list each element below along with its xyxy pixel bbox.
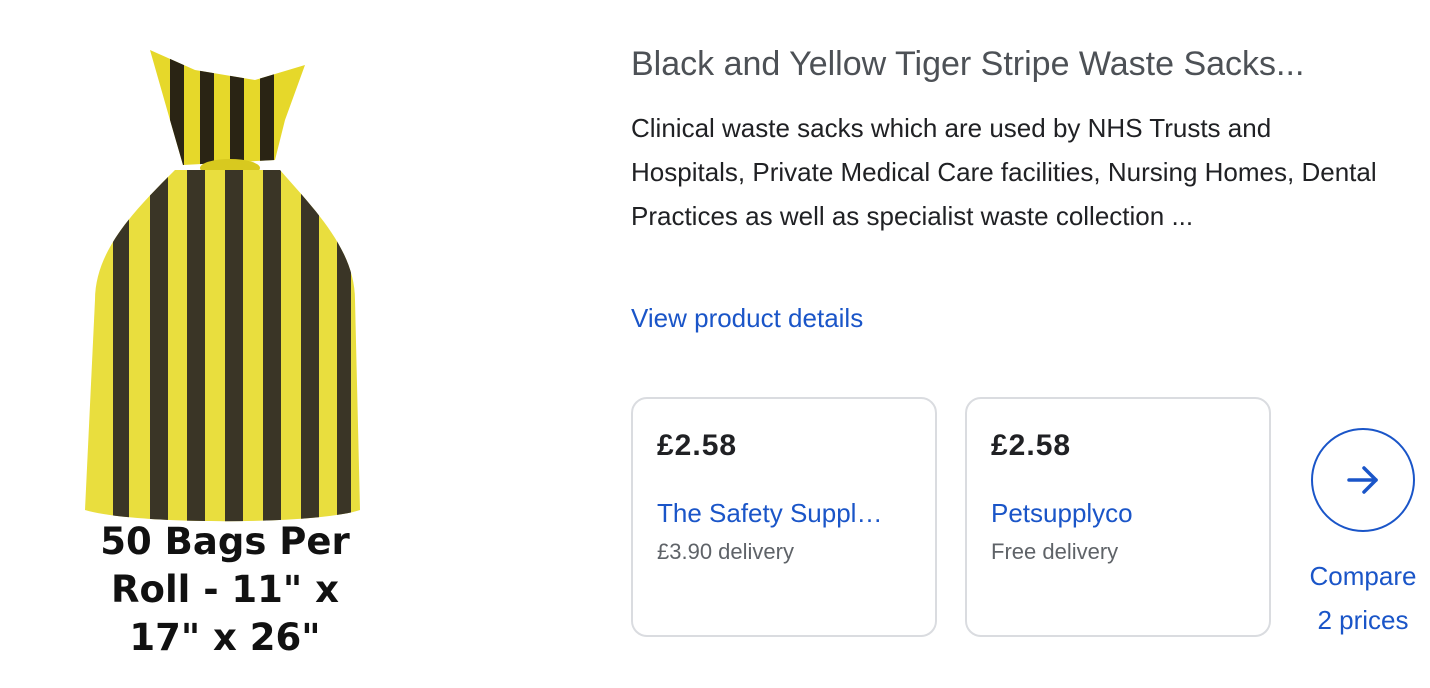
waste-sack-image — [85, 50, 360, 522]
offer-seller-link[interactable]: Petsupplyco — [991, 495, 1247, 531]
compare-prices-label[interactable]: Compare 2 prices — [1296, 554, 1430, 642]
arrow-right-icon — [1347, 466, 1378, 494]
product-title[interactable]: Black and Yellow Tiger Stripe Waste Sack… — [631, 40, 1411, 88]
offer-price: £2.58 — [991, 429, 1072, 462]
offer-delivery: Free delivery — [991, 539, 1119, 564]
offer-card[interactable]: £2.58 Petsupplyco Free delivery — [965, 397, 1271, 637]
offer-price: £2.58 — [657, 429, 738, 462]
image-caption: 50 Bags Per Roll - 11" x 17" x 26" — [100, 520, 350, 659]
offer-delivery: £3.90 delivery — [657, 539, 794, 564]
offer-seller-link[interactable]: The Safety Suppl… — [657, 495, 913, 531]
compare-button[interactable] — [1311, 428, 1415, 532]
view-product-details-link[interactable]: View product details — [631, 298, 863, 338]
product-image[interactable]: 50 Bags Per Roll - 11" x 17" x 26" — [60, 30, 390, 670]
product-description: Clinical waste sacks which are used by N… — [631, 113, 1377, 231]
compare-prices[interactable]: Compare 2 prices — [1296, 428, 1430, 648]
offer-card[interactable]: £2.58 The Safety Suppl… £3.90 delivery — [631, 397, 937, 637]
